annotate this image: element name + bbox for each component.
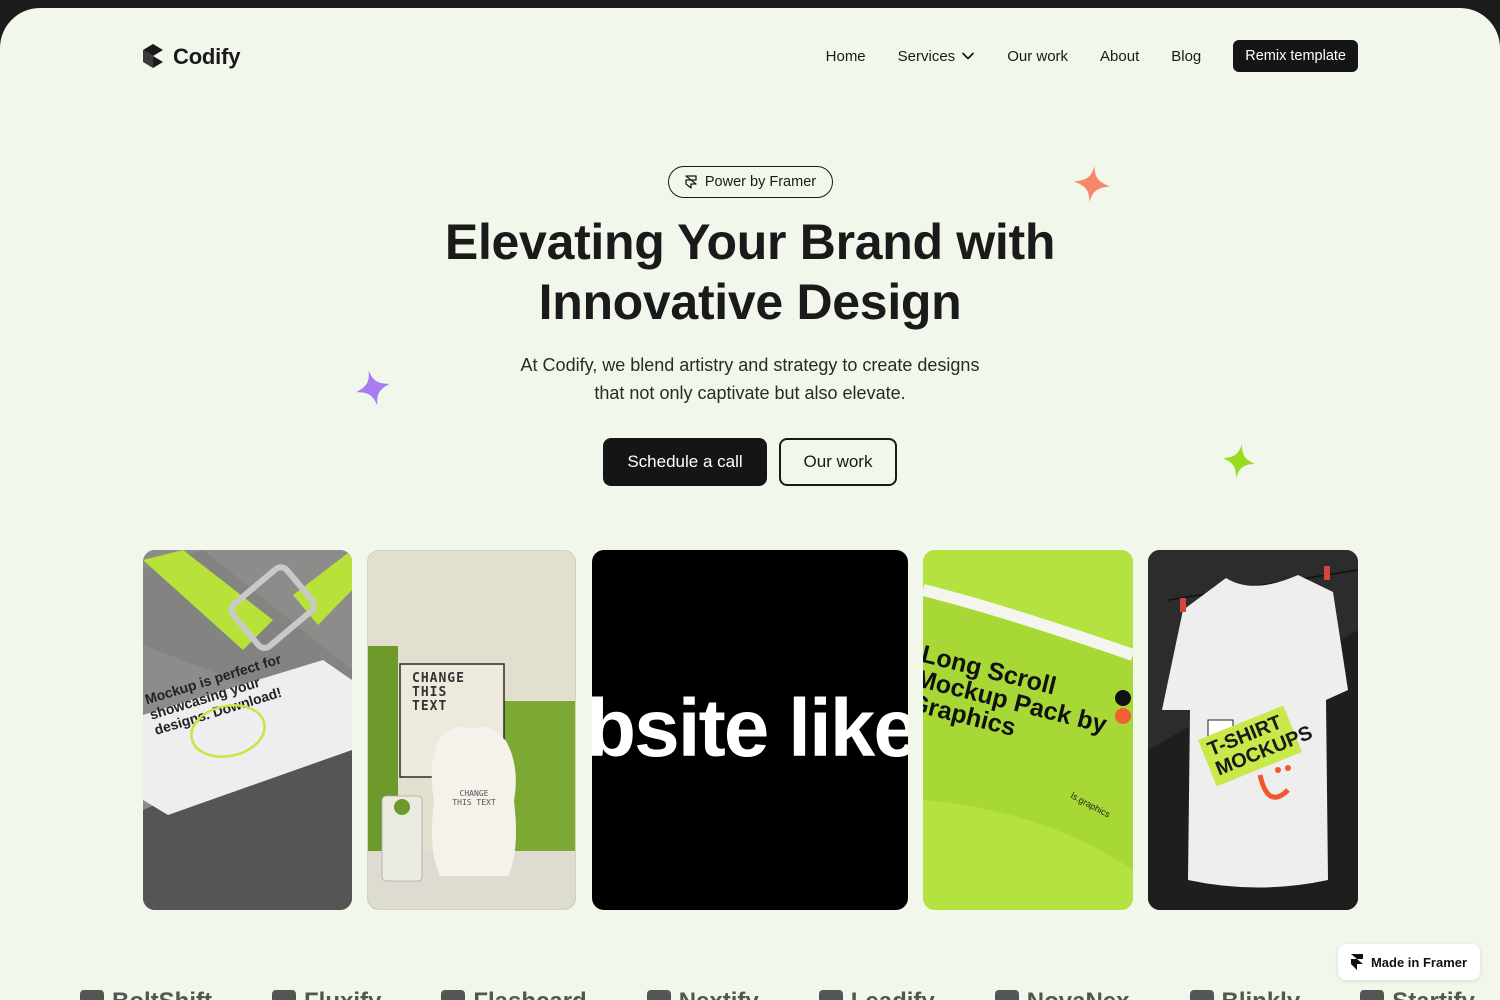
nav-about[interactable]: About: [1100, 48, 1139, 65]
framer-icon: [685, 175, 697, 189]
page: Codify Home Services Our work About Blog…: [0, 8, 1500, 1000]
nav-blog[interactable]: Blog: [1171, 48, 1201, 65]
nav-our-work[interactable]: Our work: [1007, 48, 1068, 65]
hero-subtext-line2: that not only captivate but also elevate…: [594, 383, 906, 403]
client-logo: Startify: [1360, 988, 1475, 1000]
client-logo-icon: [441, 990, 466, 1000]
nav-services[interactable]: Services: [898, 48, 976, 65]
client-logo-icon: [646, 990, 671, 1000]
remix-template-button[interactable]: Remix template: [1233, 40, 1358, 72]
chevron-down-icon: [962, 52, 975, 60]
sparkle-purple-icon: [356, 370, 390, 406]
schedule-call-button[interactable]: Schedule a call: [603, 438, 767, 486]
gallery-card-lanyard[interactable]: Mockup is perfect for showcasing your de…: [143, 550, 352, 910]
gallery-card-fabric[interactable]: Long Scroll Mockup Pack by Graphics ls.g…: [923, 550, 1133, 910]
bag-label-text: CHANGE THIS TEXT: [452, 789, 496, 807]
client-logo-icon: [1189, 990, 1214, 1000]
bag-poster-text: CHANGE THIS TEXT: [412, 671, 465, 714]
hero-headline: Elevating Your Brand with Innovative Des…: [350, 212, 1150, 332]
gallery-card-video[interactable]: bsite like: [592, 550, 908, 910]
client-logo: Flashcard: [441, 988, 587, 1000]
sparkle-green-icon: [1223, 444, 1255, 478]
client-logo-icon: [80, 990, 104, 1000]
framer-logo-icon: [1350, 954, 1363, 970]
made-in-framer-label: Made in Framer: [1370, 954, 1468, 970]
client-logo: Leadify: [818, 988, 935, 1000]
client-logo-icon: [271, 990, 296, 1000]
client-logo: Fluxify: [271, 988, 381, 1000]
sparkle-coral-icon: [1074, 166, 1110, 202]
brand-name: Codify: [173, 44, 241, 69]
main-menu: Home Services Our work About Blog Remix …: [826, 40, 1358, 72]
client-logo: NovaNex: [994, 988, 1130, 1000]
brand-logo[interactable]: Codify: [143, 44, 240, 70]
framer-badge[interactable]: Power by Framer: [668, 166, 833, 198]
client-logo-icon: [1360, 990, 1385, 1000]
hero-cta-row: Schedule a call Our work: [603, 438, 897, 486]
client-logo-strip: BoltShift Fluxify Flashcard Nextify Lead…: [80, 988, 1475, 1000]
client-logo-icon: [818, 990, 843, 1000]
video-marquee-text: bsite like: [592, 683, 908, 774]
highlight-circle-icon: [190, 704, 266, 758]
client-logo-icon: [994, 990, 1019, 1000]
gallery-card-tshirt[interactable]: T-SHIRT MOCKUPS: [1148, 550, 1358, 910]
codify-logo-icon: [143, 44, 163, 68]
nav-services-label: Services: [897, 47, 956, 65]
framer-badge-label: Power by Framer: [704, 174, 817, 190]
our-work-button[interactable]: Our work: [779, 438, 897, 486]
bag-mockup-image: [368, 551, 575, 909]
client-logo: BoltShift: [80, 988, 212, 1000]
client-logo: Nextify: [646, 988, 759, 1000]
hero-subtext: At Codify, we blend artistry and strateg…: [480, 351, 1020, 407]
client-logo: Blinkly: [1189, 988, 1300, 1000]
hero-headline-line2: Innovative Design: [538, 274, 962, 330]
navbar: Codify Home Services Our work About Blog…: [143, 40, 1358, 88]
nav-home[interactable]: Home: [826, 48, 866, 65]
made-in-framer-badge[interactable]: Made in Framer: [1338, 944, 1480, 980]
hero-subtext-line1: At Codify, we blend artistry and strateg…: [520, 355, 980, 375]
gallery-card-bag[interactable]: CHANGE THIS TEXT CHANGE THIS TEXT: [367, 550, 576, 910]
hero-headline-line1: Elevating Your Brand with: [444, 214, 1056, 270]
